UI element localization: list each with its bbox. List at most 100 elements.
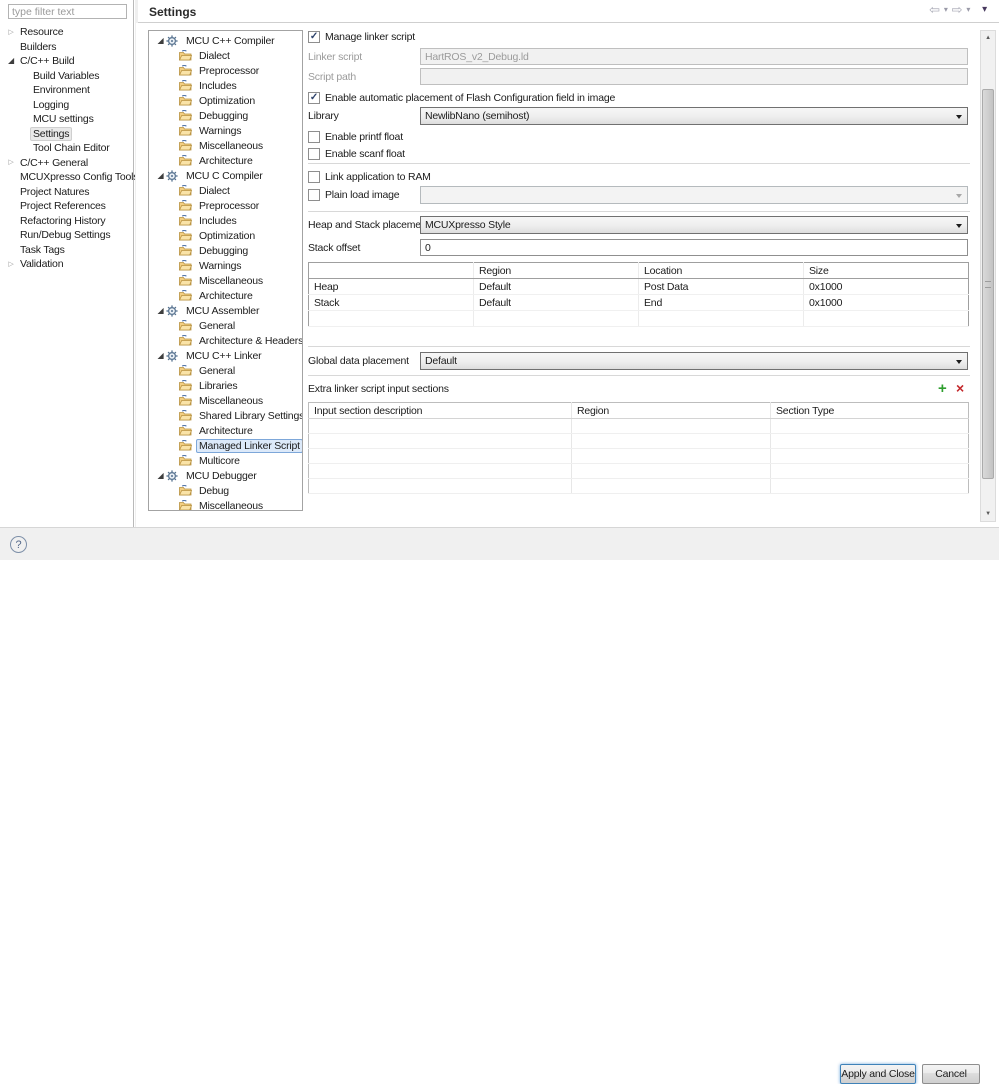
tool-tree-page[interactable]: Warnings: [149, 258, 302, 273]
table-row[interactable]: [308, 478, 969, 494]
table-row[interactable]: [308, 418, 969, 434]
tool-tree-page[interactable]: Optimization: [149, 228, 302, 243]
preference-tree-item[interactable]: Settings: [0, 126, 134, 142]
preference-tree-item[interactable]: ▷ Resource: [0, 25, 134, 40]
tool-tree-page[interactable]: Debug: [149, 483, 302, 498]
tool-tree-page[interactable]: Architecture: [149, 288, 302, 303]
tool-tree-page[interactable]: Miscellaneous: [149, 498, 302, 510]
collapsed-twisty-icon[interactable]: ▷: [5, 261, 17, 268]
tool-tree-page[interactable]: Libraries: [149, 378, 302, 393]
table-row[interactable]: [308, 433, 969, 449]
preference-tree-item[interactable]: Build Variables: [0, 69, 134, 84]
tool-tree-category[interactable]: ◢ MCU C++ Linker: [149, 348, 302, 363]
column-header[interactable]: Location: [638, 262, 804, 279]
preference-tree-item[interactable]: Logging: [0, 98, 134, 113]
link-to-ram-checkbox[interactable]: [308, 171, 320, 183]
preference-tree-item[interactable]: Environment: [0, 83, 134, 98]
tool-tree-page[interactable]: Shared Library Settings: [149, 408, 302, 423]
stack-offset-input[interactable]: [420, 239, 968, 256]
cancel-button[interactable]: Cancel: [922, 1064, 980, 1084]
tool-tree-label: Managed Linker Script: [196, 438, 302, 453]
expanded-twisty-icon[interactable]: ◢: [155, 36, 166, 45]
preference-tree-item[interactable]: ◢ C/C++ Build: [0, 54, 134, 69]
tool-tree-page[interactable]: Includes: [149, 78, 302, 93]
preference-tree-item[interactable]: MCU settings: [0, 112, 134, 127]
table-row[interactable]: [308, 463, 969, 479]
filter-input[interactable]: [8, 4, 127, 19]
add-section-icon[interactable]: +: [938, 381, 947, 396]
tool-tree-page[interactable]: Architecture: [149, 153, 302, 168]
view-menu-icon[interactable]: ▾: [982, 4, 987, 15]
tool-tree-page[interactable]: Architecture & Headers: [149, 333, 302, 348]
back-icon[interactable]: ⇦: [929, 3, 940, 16]
scroll-down-button[interactable]: ▼: [981, 507, 995, 521]
scanf-float-checkbox[interactable]: [308, 148, 320, 160]
tool-tree-page[interactable]: Debugging: [149, 108, 302, 123]
expanded-twisty-icon[interactable]: ◢: [5, 57, 17, 65]
column-header[interactable]: Input section description: [308, 402, 572, 419]
column-header[interactable]: Size: [803, 262, 969, 279]
tool-tree-page[interactable]: Dialect: [149, 183, 302, 198]
delete-section-icon[interactable]: ×: [956, 381, 964, 396]
heap-stack-placement-select[interactable]: MCUXpresso Style: [420, 216, 968, 234]
tool-tree-page[interactable]: Multicore: [149, 453, 302, 468]
tool-tree-page[interactable]: Includes: [149, 213, 302, 228]
apply-and-close-button[interactable]: Apply and Close: [840, 1064, 916, 1084]
tool-tree-page[interactable]: Miscellaneous: [149, 138, 302, 153]
preference-tree-item[interactable]: Project Natures: [0, 185, 134, 200]
library-select[interactable]: NewlibNano (semihost): [420, 107, 968, 125]
preference-tree-item[interactable]: Builders: [0, 40, 134, 55]
collapsed-twisty-icon[interactable]: ▷: [5, 159, 17, 166]
help-icon[interactable]: ?: [10, 536, 27, 553]
preference-tree-item[interactable]: Task Tags: [0, 243, 134, 258]
column-header[interactable]: Region: [571, 402, 771, 419]
scrollbar-thumb[interactable]: [982, 89, 994, 479]
printf-float-checkbox[interactable]: [308, 131, 320, 143]
tool-tree-category[interactable]: ◢ MCU C Compiler: [149, 168, 302, 183]
tool-tree-category[interactable]: ◢ MCU C++ Compiler: [149, 33, 302, 48]
tool-tree-page[interactable]: Preprocessor: [149, 63, 302, 78]
preference-tree-item[interactable]: Run/Debug Settings: [0, 228, 134, 243]
tool-tree-page[interactable]: Miscellaneous: [149, 393, 302, 408]
tool-tree-page[interactable]: Preprocessor: [149, 198, 302, 213]
forward-icon[interactable]: ⇨: [952, 3, 963, 16]
table-cell: Heap: [308, 278, 474, 295]
tool-tree-page[interactable]: Dialect: [149, 48, 302, 63]
tool-tree-page[interactable]: Miscellaneous: [149, 273, 302, 288]
preference-tree-item[interactable]: ▷ C/C++ General: [0, 156, 134, 171]
table-row[interactable]: [308, 448, 969, 464]
column-header[interactable]: Region: [473, 262, 639, 279]
preference-tree-item[interactable]: Tool Chain Editor: [0, 141, 134, 156]
preference-tree-item[interactable]: Refactoring History: [0, 214, 134, 229]
scroll-up-button[interactable]: ▲: [981, 31, 995, 45]
preference-tree-item[interactable]: MCUXpresso Config Tools: [0, 170, 139, 185]
tool-tree-page[interactable]: Warnings: [149, 123, 302, 138]
tool-tree-page[interactable]: Architecture: [149, 423, 302, 438]
preference-tree-item[interactable]: Project References: [0, 199, 134, 214]
tool-tree-page[interactable]: Debugging: [149, 243, 302, 258]
expanded-twisty-icon[interactable]: ◢: [155, 171, 166, 180]
flash-config-checkbox[interactable]: ✓: [308, 92, 320, 104]
expanded-twisty-icon[interactable]: ◢: [155, 306, 166, 315]
table-row[interactable]: [308, 310, 969, 327]
expanded-twisty-icon[interactable]: ◢: [155, 471, 166, 480]
back-dropdown-icon[interactable]: ▾: [944, 5, 948, 14]
tool-tree-page[interactable]: General: [149, 363, 302, 378]
manage-linker-script-checkbox[interactable]: ✓: [308, 31, 320, 43]
table-row[interactable]: Stack Default End 0x1000: [308, 294, 969, 311]
vertical-scrollbar[interactable]: ▲ ▼: [980, 30, 996, 522]
expanded-twisty-icon[interactable]: ◢: [155, 351, 166, 360]
column-header[interactable]: [308, 262, 474, 279]
collapsed-twisty-icon[interactable]: ▷: [5, 29, 17, 36]
tool-tree-category[interactable]: ◢ MCU Assembler: [149, 303, 302, 318]
tool-tree-page[interactable]: General: [149, 318, 302, 333]
table-row[interactable]: Heap Default Post Data 0x1000: [308, 278, 969, 295]
tool-tree-page[interactable]: Managed Linker Script: [149, 438, 302, 453]
column-header[interactable]: Section Type: [770, 402, 969, 419]
global-data-placement-select[interactable]: Default: [420, 352, 968, 370]
tool-tree-page[interactable]: Optimization: [149, 93, 302, 108]
tool-tree-category[interactable]: ◢ MCU Debugger: [149, 468, 302, 483]
plain-load-image-checkbox[interactable]: [308, 189, 320, 201]
forward-dropdown-icon[interactable]: ▾: [966, 5, 970, 14]
preference-tree-item[interactable]: ▷ Validation: [0, 257, 134, 272]
